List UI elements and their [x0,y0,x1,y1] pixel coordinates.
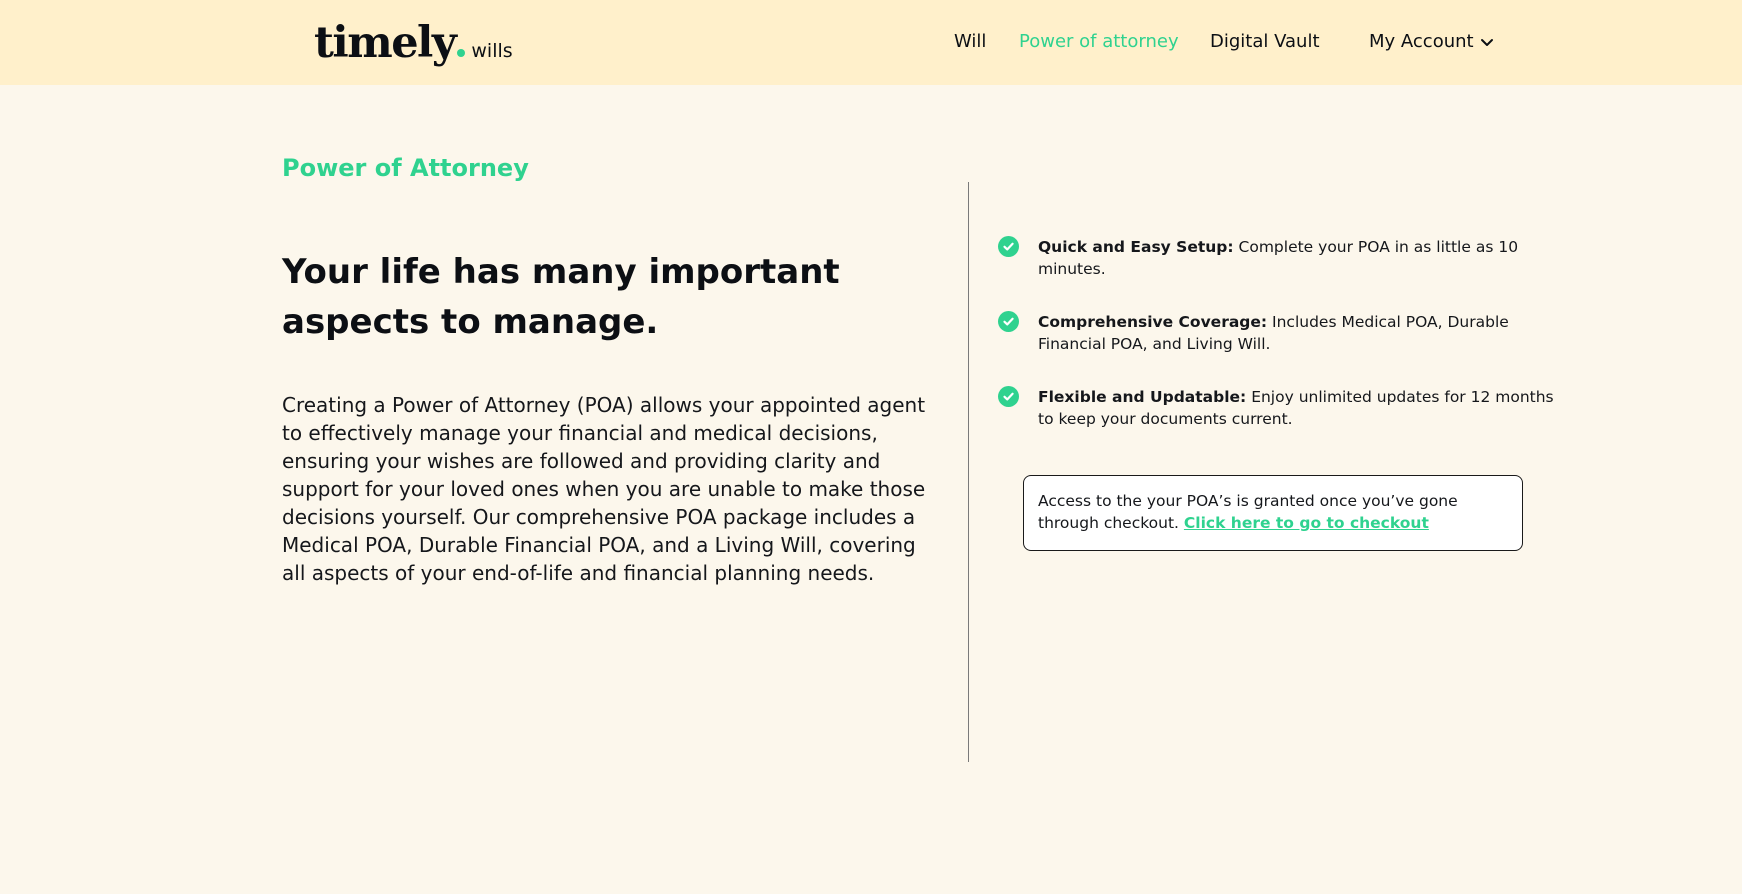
nav-will[interactable]: Will [954,31,986,52]
check-circle-icon [998,386,1019,407]
feature-title: Flexible and Updatable: [1038,388,1247,406]
intro-paragraph: Creating a Power of Attorney (POA) allow… [282,393,926,585]
nav-power-of-attorney[interactable]: Power of attorney [1019,31,1179,52]
check-circle-icon [998,311,1019,332]
section-eyebrow: Power of Attorney [282,154,529,182]
top-header: timely wills Will Power of attorney Digi… [0,0,1742,85]
feature-item-setup: Quick and Easy Setup: Complete your POA … [998,236,1558,280]
nav-my-account[interactable]: My Account [1369,31,1494,52]
main-nav: Will Power of attorney Digital Vault My … [0,31,1742,55]
feature-title: Comprehensive Coverage: [1038,313,1268,331]
nav-digital-vault[interactable]: Digital Vault [1210,31,1320,52]
feature-item-coverage: Comprehensive Coverage: Includes Medical… [998,311,1558,355]
feature-title: Quick and Easy Setup: [1038,238,1234,256]
check-circle-icon [998,236,1019,257]
feature-item-updatable: Flexible and Updatable: Enjoy unlimited … [998,386,1558,430]
checkout-link[interactable]: Click here to go to checkout [1184,514,1429,532]
chevron-down-icon [1480,35,1494,49]
checkout-notice: Access to the your POA’s is granted once… [1023,475,1523,551]
nav-my-account-label: My Account [1369,31,1474,52]
vertical-divider [968,182,969,762]
page-headline: Your life has many important aspects to … [282,252,840,342]
feature-list: Quick and Easy Setup: Complete your POA … [998,236,1558,461]
